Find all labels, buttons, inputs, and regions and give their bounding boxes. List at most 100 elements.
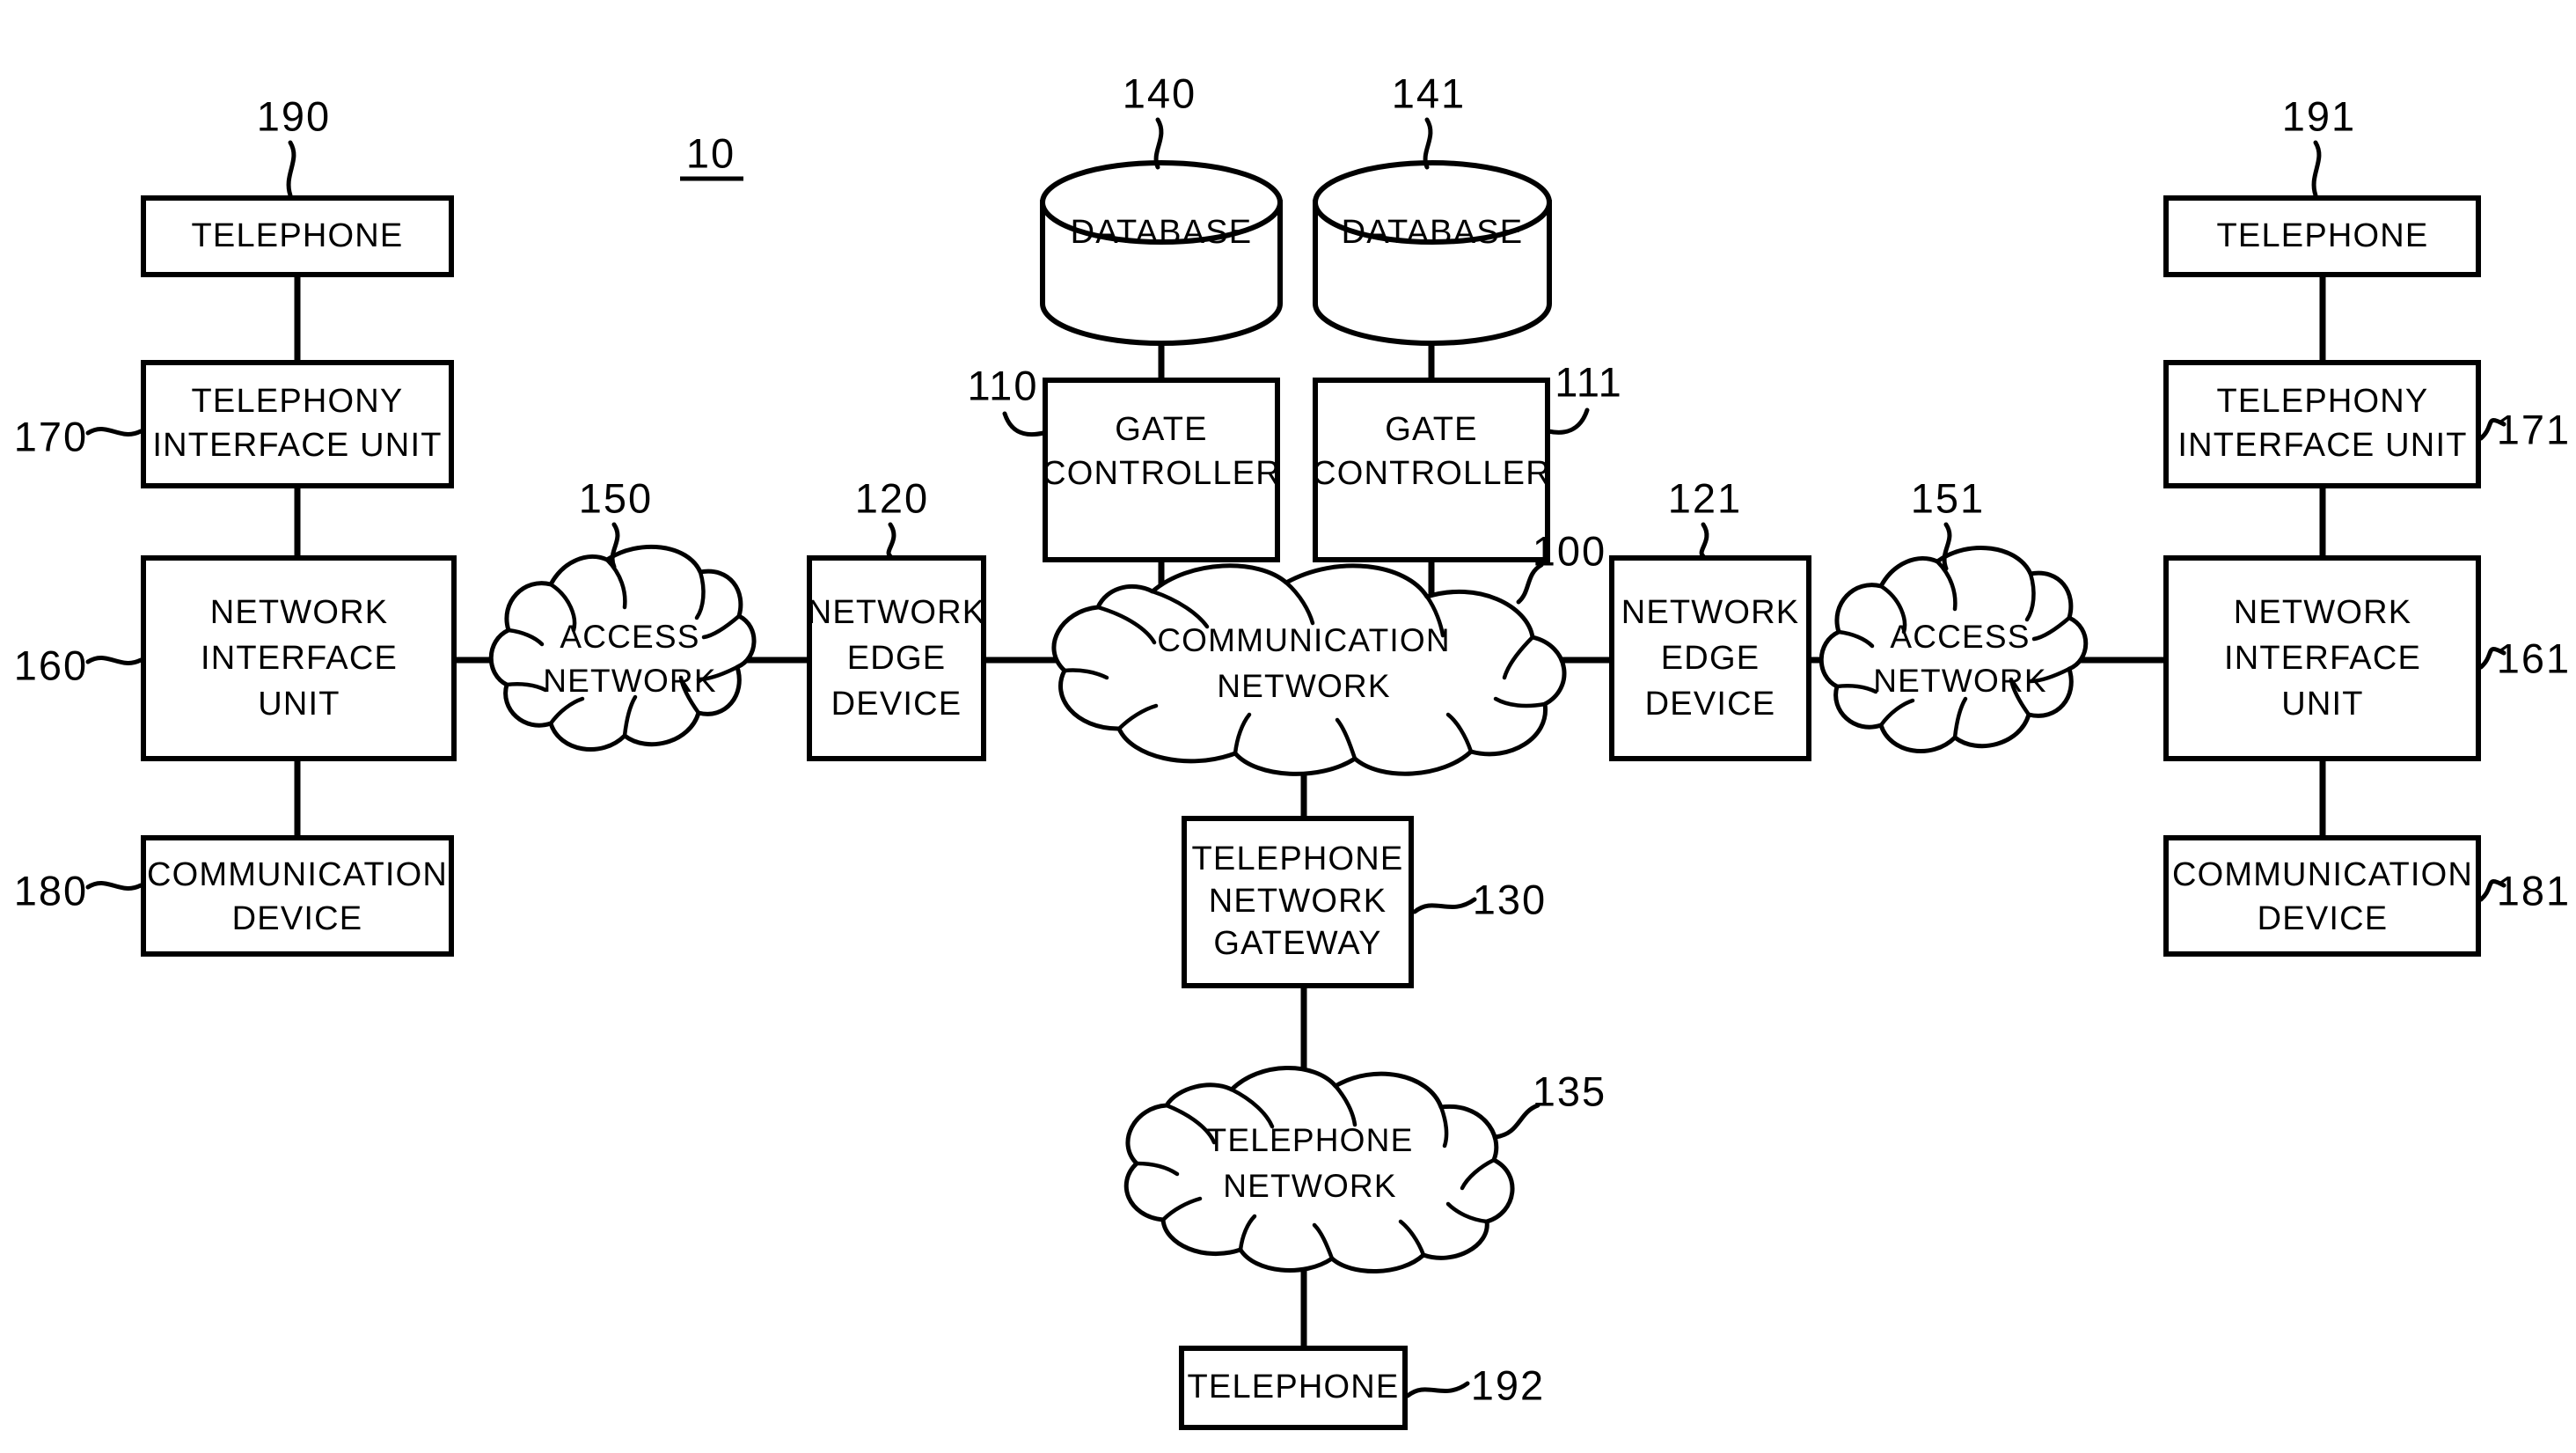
edge-120-label-line1: NETWORK — [808, 594, 986, 631]
ref-170-text: 170 — [14, 413, 88, 459]
network-interface-unit-161-node[interactable]: NETWORK INTERFACE UNIT — [2163, 555, 2481, 761]
ref-120-leader — [886, 522, 896, 559]
ref-121-text: 121 — [1668, 474, 1742, 521]
telephony-interface-unit-170-box[interactable] — [141, 360, 454, 488]
ref-140-leader — [1153, 117, 1164, 170]
communication-device-180-node[interactable]: COMMUNICATION DEVICE — [141, 835, 454, 957]
figure-canvas: TELEPHONE TELEPHONY INTERFACE UNIT NETWO… — [14, 70, 2571, 1430]
ref-111-leader — [1546, 407, 1590, 435]
niu-161-label-line2: INTERFACE — [2224, 640, 2421, 677]
database-140-label: DATABASE — [1071, 214, 1253, 251]
ref-135-leader — [1493, 1103, 1540, 1140]
ref-190-text: 190 — [257, 92, 331, 139]
telephone-network-135-label-line2: NETWORK — [1223, 1168, 1397, 1204]
telephone-191-label: TELEPHONE — [2217, 217, 2429, 254]
communication-device-181-node[interactable]: COMMUNICATION DEVICE — [2163, 835, 2481, 957]
telephone-191-node[interactable]: TELEPHONE — [2163, 195, 2481, 277]
ref-181-group: 181 — [2478, 867, 2571, 914]
access-network-150-label-line2: NETWORK — [543, 663, 717, 699]
ref-170-leader — [85, 426, 143, 437]
ref-110-group: 110 — [968, 362, 1046, 437]
tng-130-label-line1: TELEPHONE — [1192, 840, 1404, 877]
niu-160-label-line3: UNIT — [258, 686, 340, 723]
ref-121-group: 121 — [1668, 474, 1742, 559]
edge-121-label-line1: NETWORK — [1621, 594, 1800, 631]
ref-140-group: 140 — [1123, 70, 1197, 170]
ref-192-text: 192 — [1471, 1361, 1545, 1408]
ref-191-group: 191 — [2282, 92, 2354, 198]
access-network-151-node[interactable]: ACCESS NETWORK — [1819, 545, 2089, 753]
telephone-network-135-node[interactable]: TELEPHONE NETWORK — [1123, 1066, 1515, 1273]
network-interface-unit-160-node[interactable]: NETWORK INTERFACE UNIT — [141, 555, 457, 761]
communication-network-100-node[interactable]: COMMUNICATION NETWORK — [1051, 563, 1567, 776]
ref-190-leader — [286, 140, 296, 198]
commdev-180-label-line1: COMMUNICATION — [147, 856, 448, 893]
database-140-node[interactable]: DATABASE — [1040, 160, 1283, 346]
ref-120-text: 120 — [855, 474, 929, 521]
database-141-node[interactable]: DATABASE — [1313, 160, 1552, 346]
ref-141-leader — [1423, 117, 1433, 170]
commdev-181-label-line2: DEVICE — [2258, 900, 2389, 937]
telephone-network-135-label-line1: TELEPHONE — [1207, 1122, 1414, 1158]
ref-100-text: 100 — [1533, 527, 1606, 574]
tng-130-label-line3: GATEWAY — [1213, 925, 1381, 962]
access-network-150-label-line1: ACCESS — [560, 619, 699, 655]
telephony-interface-unit-170-node[interactable]: TELEPHONY INTERFACE UNIT — [141, 360, 454, 488]
ref-180-text: 180 — [14, 867, 88, 914]
telephone-192-node[interactable]: TELEPHONE — [1179, 1346, 1408, 1430]
tiu-170-label-line2: INTERFACE UNIT — [152, 427, 442, 464]
ref-141-group: 141 — [1392, 70, 1466, 170]
access-network-151-label-line2: NETWORK — [1873, 663, 2047, 699]
edge-120-label-line3: DEVICE — [831, 686, 962, 723]
ref-110-leader — [1002, 411, 1046, 437]
ref-180-leader — [85, 880, 143, 891]
telephony-interface-unit-171-box[interactable] — [2163, 360, 2481, 488]
commdev-181-label-line1: COMMUNICATION — [2172, 856, 2473, 893]
tng-130-label-line2: NETWORK — [1209, 883, 1387, 920]
network-edge-device-120-node[interactable]: NETWORK EDGE DEVICE — [807, 555, 986, 761]
ref-140-text: 140 — [1123, 70, 1197, 116]
ref-181-text: 181 — [2497, 867, 2571, 914]
ref-130-group: 130 — [1412, 876, 1545, 922]
ref-170-group: 170 — [14, 413, 143, 459]
niu-161-label-line3: UNIT — [2281, 686, 2363, 723]
niu-160-label-line2: INTERFACE — [201, 640, 398, 677]
ref-120-group: 120 — [855, 474, 929, 559]
communication-network-100-label-line1: COMMUNICATION — [1157, 622, 1451, 658]
commdev-180-label-line2: DEVICE — [232, 900, 363, 937]
gc-111-label-line2: CONTROLLER — [1312, 455, 1551, 492]
telephone-192-label: TELEPHONE — [1188, 1369, 1400, 1405]
telephone-190-node[interactable]: TELEPHONE — [141, 195, 454, 277]
gc-110-label-line2: CONTROLLER — [1042, 455, 1281, 492]
edge-121-label-line3: DEVICE — [1645, 686, 1776, 723]
ref-141-text: 141 — [1392, 70, 1466, 116]
ref-171-text: 171 — [2497, 406, 2571, 452]
ref-111-text: 111 — [1555, 358, 1622, 405]
access-network-151-label-line1: ACCESS — [1890, 619, 2030, 655]
network-edge-device-121-node[interactable]: NETWORK EDGE DEVICE — [1609, 555, 1811, 761]
ref-171-group: 171 — [2478, 406, 2571, 452]
ref-100-group: 100 — [1516, 527, 1606, 605]
ref-151-text: 151 — [1911, 474, 1985, 521]
niu-161-label-line1: NETWORK — [2234, 594, 2412, 631]
edge-120-label-line2: EDGE — [847, 640, 947, 677]
ref-192-leader — [1405, 1381, 1470, 1398]
tiu-171-label-line1: TELEPHONY — [2217, 383, 2429, 420]
ref-180-group: 180 — [14, 867, 143, 914]
ref-161-group: 161 — [2478, 635, 2571, 681]
ref-160-group: 160 — [14, 642, 143, 688]
telephone-network-gateway-130-node[interactable]: TELEPHONE NETWORK GATEWAY — [1182, 816, 1414, 988]
ref-161-text: 161 — [2497, 635, 2571, 681]
access-network-150-node[interactable]: ACCESS NETWORK — [488, 544, 757, 752]
ref-111-group: 111 — [1546, 358, 1622, 435]
ref-150-text: 150 — [579, 474, 653, 521]
figure-number-text: 10 — [686, 129, 735, 176]
telephone-190-label: TELEPHONE — [192, 217, 404, 254]
tiu-170-label-line1: TELEPHONY — [192, 383, 404, 420]
gc-111-label-line1: GATE — [1385, 411, 1477, 448]
gate-controller-110-node[interactable]: GATE CONTROLLER — [1042, 378, 1281, 562]
ref-135-text: 135 — [1533, 1068, 1606, 1114]
telephony-interface-unit-171-node[interactable]: TELEPHONY INTERFACE UNIT — [2163, 360, 2481, 488]
gate-controller-111-node[interactable]: GATE CONTROLLER — [1312, 378, 1551, 562]
ref-192-group: 192 — [1405, 1361, 1545, 1408]
